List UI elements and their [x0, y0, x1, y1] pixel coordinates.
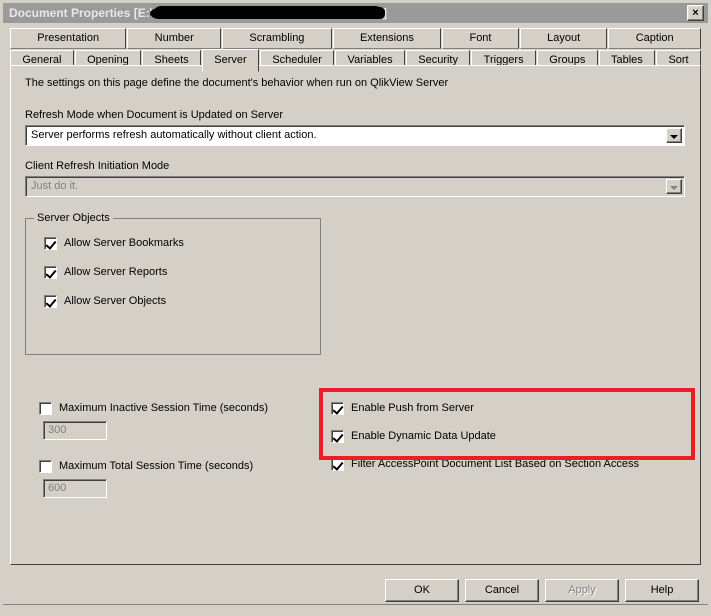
checkbox-label: Filter AccessPoint Document List Based o… [351, 458, 639, 470]
checkbox-maximum-inactive-session-time[interactable]: Maximum Inactive Session Time (seconds) [39, 402, 268, 415]
checkbox-icon[interactable] [331, 402, 344, 415]
document-properties-dialog: Document Properties [E:\] × Presentation… [0, 0, 711, 616]
client-refresh-combo[interactable]: Just do it. [25, 176, 685, 197]
checkbox-icon[interactable] [44, 237, 57, 250]
total-session-time-input[interactable]: 600 [43, 479, 107, 498]
checkbox-label: Maximum Inactive Session Time (seconds) [59, 402, 269, 414]
client-refresh-value: Just do it. [31, 180, 79, 192]
ok-button[interactable]: OK [385, 579, 459, 602]
refresh-mode-combo[interactable]: Server performs refresh automatically wi… [25, 125, 685, 146]
server-objects-group-title: Server Objects [34, 212, 113, 224]
window-title: Document Properties [E:\] [3, 6, 387, 20]
page-description: The settings on this page define the doc… [25, 77, 449, 89]
tab-layout[interactable]: Layout [519, 28, 608, 49]
tab-extensions[interactable]: Extensions [332, 28, 442, 49]
checkbox-label: Allow Server Objects [64, 295, 167, 307]
server-objects-group: Server Objects Allow Server Bookmarks Al… [25, 212, 321, 355]
help-button[interactable]: Help [625, 579, 699, 602]
checkbox-filter-accesspoint-document-list[interactable]: Filter AccessPoint Document List Based o… [331, 458, 639, 471]
checkbox-allow-server-objects[interactable]: Allow Server Objects [44, 295, 166, 308]
tab-number[interactable]: Number [127, 28, 222, 49]
red-highlight-annotation [319, 388, 695, 460]
title-bar: Document Properties [E:\] × [3, 3, 708, 23]
checkbox-icon[interactable] [331, 458, 344, 471]
checkbox-icon[interactable] [331, 430, 344, 443]
checkbox-maximum-total-session-time[interactable]: Maximum Total Session Time (seconds) [39, 460, 253, 473]
checkbox-enable-dynamic-data-update[interactable]: Enable Dynamic Data Update [331, 430, 496, 443]
checkbox-icon[interactable] [39, 460, 52, 473]
checkbox-label: Enable Push from Server [351, 402, 474, 414]
tab-scrambling[interactable]: Scrambling [222, 28, 332, 49]
tab-caption[interactable]: Caption [608, 28, 701, 49]
tab-presentation[interactable]: Presentation [10, 28, 127, 49]
checkbox-icon[interactable] [44, 266, 57, 279]
refresh-mode-label: Refresh Mode when Document is Updated on… [25, 109, 284, 121]
tab-server[interactable]: Server [201, 49, 260, 72]
inactive-session-time-input[interactable]: 300 [43, 421, 107, 440]
checkbox-label: Allow Server Reports [64, 266, 168, 278]
close-icon[interactable]: × [687, 5, 704, 21]
refresh-mode-value: Server performs refresh automatically wi… [31, 129, 317, 141]
checkbox-allow-server-bookmarks[interactable]: Allow Server Bookmarks [44, 237, 184, 250]
chevron-down-icon[interactable] [666, 128, 682, 143]
redaction-bar [150, 6, 386, 19]
checkbox-icon[interactable] [44, 295, 57, 308]
window-title-prefix: Document Properties [E:\ [9, 6, 154, 20]
checkbox-allow-server-reports[interactable]: Allow Server Reports [44, 266, 167, 279]
checkbox-label: Maximum Total Session Time (seconds) [59, 460, 254, 472]
status-bar [3, 604, 708, 616]
checkbox-icon[interactable] [39, 402, 52, 415]
checkbox-enable-push-from-server[interactable]: Enable Push from Server [331, 402, 474, 415]
checkbox-label: Allow Server Bookmarks [64, 237, 184, 249]
client-refresh-label: Client Refresh Initiation Mode [25, 160, 170, 172]
checkbox-label: Enable Dynamic Data Update [351, 430, 496, 442]
server-settings-panel: The settings on this page define the doc… [10, 65, 701, 565]
chevron-down-icon-disabled [666, 179, 682, 194]
cancel-button[interactable]: Cancel [465, 579, 539, 602]
apply-button: Apply [545, 579, 619, 602]
tab-row-1: Presentation Number Scrambling Extension… [10, 28, 701, 50]
tab-font[interactable]: Font [442, 28, 519, 49]
